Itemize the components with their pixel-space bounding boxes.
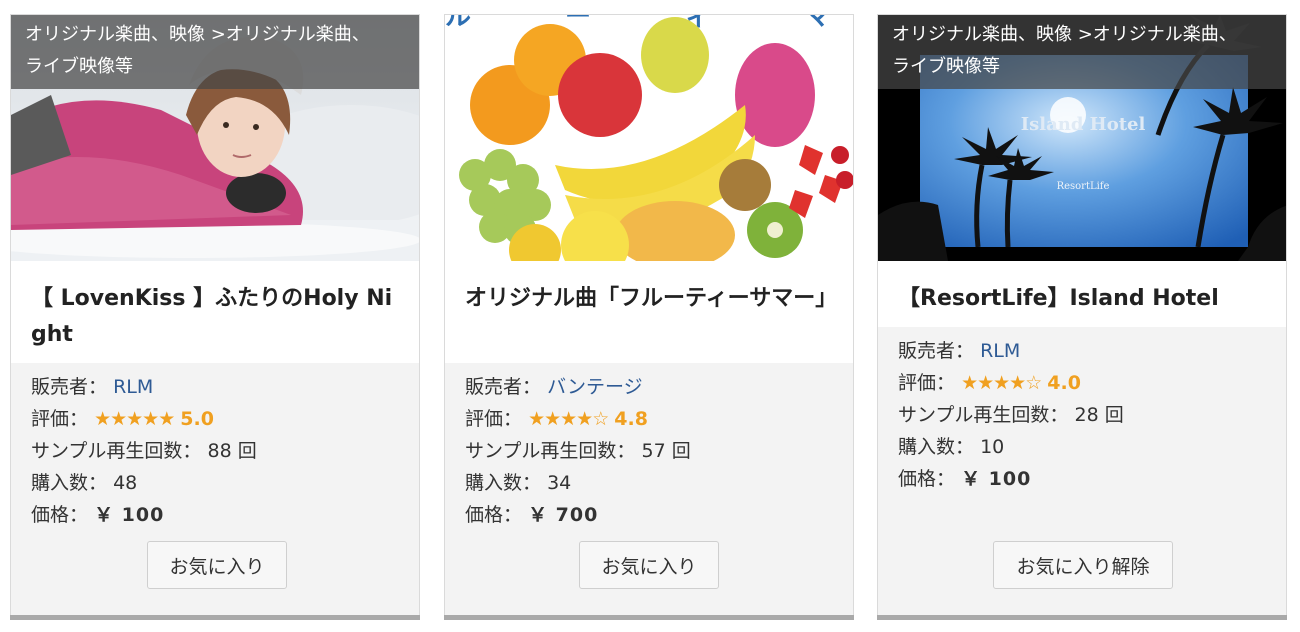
favorite-button[interactable]: お気に入り: [579, 541, 719, 589]
product-card[interactable]: ル ー ィ マ オリジナル曲「フルーティーサマー」 販売者： バンテージ 評価：…: [444, 14, 854, 620]
banner-text-fragment: ル: [445, 15, 471, 32]
plays-label: サンプル再生回数：: [31, 440, 202, 462]
rating-value: 4.8: [614, 408, 648, 430]
rating-value: 4.0: [1047, 372, 1081, 394]
star-rating-icon: ★★★★★: [94, 408, 175, 430]
star-rating-icon: ★★★★☆: [528, 408, 609, 430]
product-thumbnail[interactable]: Island Hotel ResortLife オリジナル楽曲、映像 >オリジナ…: [878, 15, 1286, 261]
thumb-title-text: Island Hotel: [1021, 114, 1146, 135]
purchases-label: 購入数：: [31, 472, 108, 494]
plays-value: 28 回: [1074, 404, 1124, 426]
purchases-label: 購入数：: [898, 436, 975, 458]
product-title[interactable]: 【 LovenKiss 】ふたりのHoly Night: [31, 281, 399, 353]
product-info: 販売者： RLM 評価： ★★★★☆ 4.0 サンプル再生回数： 28 回 購入…: [898, 335, 1276, 495]
category-label: オリジナル楽曲、映像 >オリジナル楽曲、 ライブ映像等: [878, 15, 1286, 89]
star-rating-icon: ★★★★☆: [961, 372, 1042, 394]
rating-value: 5.0: [180, 408, 214, 430]
product-info: 販売者： バンテージ 評価： ★★★★☆ 4.8 サンプル再生回数： 57 回 …: [465, 371, 843, 531]
purchases-value: 48: [113, 472, 138, 494]
price-value: ￥ 100: [961, 468, 1032, 490]
product-thumbnail[interactable]: ル ー ィ マ: [445, 15, 853, 261]
seller-link[interactable]: RLM: [980, 340, 1020, 362]
category-label: オリジナル楽曲、映像 >オリジナル楽曲、 ライブ映像等: [11, 15, 419, 89]
plays-value: 88 回: [207, 440, 257, 462]
remove-favorite-button[interactable]: お気に入り解除: [993, 541, 1173, 589]
price-label: 価格：: [898, 468, 956, 490]
favorite-button[interactable]: お気に入り: [147, 541, 287, 589]
price-label: 価格：: [465, 504, 523, 526]
seller-link[interactable]: バンテージ: [547, 376, 643, 398]
seller-label: 販売者：: [465, 376, 542, 398]
price-value: ￥ 100: [94, 504, 165, 526]
purchases-value: 10: [980, 436, 1005, 458]
rating-label: 評価：: [465, 408, 523, 430]
purchases-label: 購入数：: [465, 472, 542, 494]
thumb-subtitle-text: ResortLife: [1057, 181, 1110, 192]
product-info: 販売者： RLM 評価： ★★★★★ 5.0 サンプル再生回数： 88 回 購入…: [31, 371, 409, 531]
product-card[interactable]: Island Hotel ResortLife オリジナル楽曲、映像 >オリジナ…: [877, 14, 1287, 620]
product-title[interactable]: 【ResortLife】Island Hotel: [898, 281, 1266, 317]
price-label: 価格：: [31, 504, 89, 526]
plays-label: サンプル再生回数：: [898, 404, 1069, 426]
seller-label: 販売者：: [898, 340, 975, 362]
plays-value: 57 回: [641, 440, 691, 462]
plays-label: サンプル再生回数：: [465, 440, 636, 462]
product-title[interactable]: オリジナル曲「フルーティーサマー」: [465, 281, 837, 317]
product-thumbnail[interactable]: オリジナル楽曲、映像 >オリジナル楽曲、 ライブ映像等: [11, 15, 419, 261]
fruit-image: ル ー ィ マ: [445, 15, 853, 261]
seller-link[interactable]: RLM: [113, 376, 153, 398]
seller-label: 販売者：: [31, 376, 108, 398]
rating-label: 評価：: [898, 372, 956, 394]
purchases-value: 34: [547, 472, 572, 494]
price-value: ￥ 700: [528, 504, 599, 526]
rating-label: 評価：: [31, 408, 89, 430]
product-card[interactable]: オリジナル楽曲、映像 >オリジナル楽曲、 ライブ映像等 【 LovenKiss …: [10, 14, 420, 620]
banner-text-fragment: マ: [805, 15, 831, 32]
